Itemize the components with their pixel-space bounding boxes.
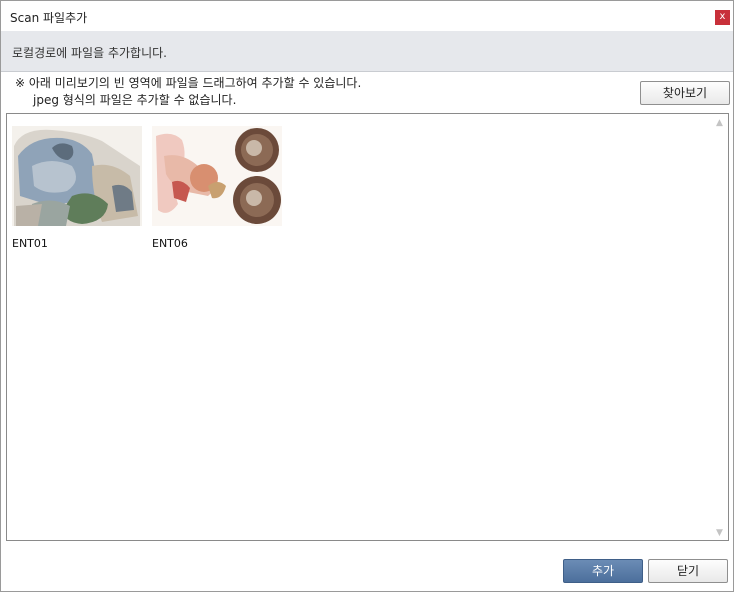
ear-anatomy-image	[152, 126, 282, 226]
file-name: ENT06	[152, 237, 188, 250]
instructions: ※ 아래 미리보기의 빈 영역에 파일을 드래그하여 추가할 수 있습니다. j…	[15, 75, 361, 109]
file-thumbnail-ent06[interactable]: ENT06	[152, 126, 282, 250]
add-button[interactable]: 추가	[563, 559, 643, 583]
scan-file-add-dialog: Scan 파일추가 x 로컬경로에 파일을 추가합니다. ※ 아래 미리보기의 …	[0, 0, 734, 592]
info-bar: 로컬경로에 파일을 추가합니다.	[1, 31, 733, 72]
vertical-scrollbar[interactable]: ▲ ▼	[711, 114, 728, 540]
nasal-anatomy-image	[12, 126, 142, 226]
scroll-up-icon[interactable]: ▲	[714, 118, 725, 128]
preview-drop-area[interactable]: ENT01 ENT06 ▲ ▼	[6, 113, 729, 541]
scroll-down-icon[interactable]: ▼	[714, 528, 725, 538]
instruction-drag: ※ 아래 미리보기의 빈 영역에 파일을 드래그하여 추가할 수 있습니다.	[15, 76, 362, 90]
window-title: Scan 파일추가	[10, 11, 88, 25]
browse-button[interactable]: 찾아보기	[640, 81, 730, 105]
info-text: 로컬경로에 파일을 추가합니다.	[12, 46, 167, 60]
close-icon[interactable]: x	[715, 10, 730, 25]
file-thumbnail-ent01[interactable]: ENT01	[12, 126, 142, 250]
file-name: ENT01	[12, 237, 48, 250]
close-button[interactable]: 닫기	[648, 559, 728, 583]
instruction-jpeg: jpeg 형식의 파일은 추가할 수 없습니다.	[33, 93, 237, 107]
title-bar: Scan 파일추가 x	[1, 1, 733, 31]
